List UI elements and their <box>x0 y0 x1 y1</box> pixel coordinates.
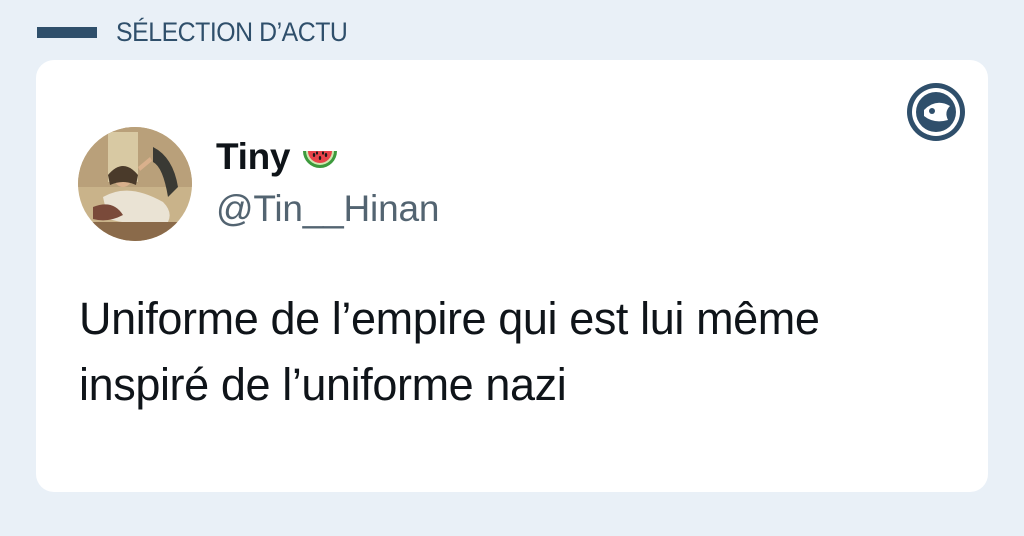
author-name-row: Tiny <box>216 134 340 180</box>
watermelon-icon <box>303 151 338 168</box>
tweet-text: Uniforme de l’empire qui est lui même in… <box>79 293 820 410</box>
brand-logo-icon <box>907 83 965 141</box>
tweet-card: Tiny @Tin__Hinan Uniforme de l’empire qu… <box>36 60 988 492</box>
display-name[interactable]: Tiny <box>216 136 291 178</box>
avatar[interactable] <box>78 127 192 241</box>
author-handle[interactable]: @Tin__Hinan <box>216 188 439 230</box>
header-accent-bar <box>37 26 97 38</box>
section-header: SÉLECTION D’ACTU <box>37 14 368 50</box>
section-title: SÉLECTION D’ACTU <box>116 16 348 47</box>
